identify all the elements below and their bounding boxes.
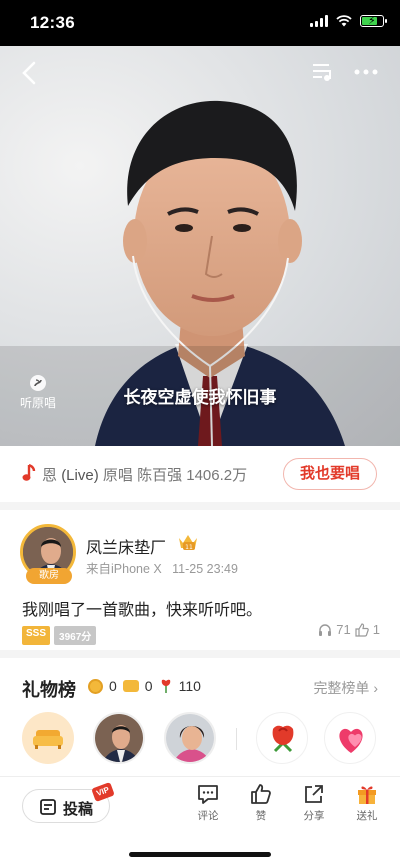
gift-separator <box>236 728 237 750</box>
status-bar: 12:36 ⚡ <box>0 0 400 46</box>
gift-board: 礼物榜 0 0 110 完整榜单 › <box>0 658 400 774</box>
engagement-stats: 71 1 <box>318 622 380 637</box>
full-list-link[interactable]: 完整榜单 › <box>313 678 378 698</box>
comment-icon <box>198 785 218 804</box>
gift-label: 送礼 <box>356 810 378 822</box>
rose-gift[interactable] <box>256 712 308 764</box>
battery-icon: ⚡ <box>360 15 387 27</box>
room-badge[interactable]: 歌房 <box>26 568 72 584</box>
level-crown-icon: 11 <box>179 535 197 551</box>
vip-badge: VIP <box>91 782 115 802</box>
post-meta: 来自iPhone X 11-25 23:49 <box>86 558 238 577</box>
headphones-icon <box>319 623 332 636</box>
like-count: 1 <box>372 622 380 637</box>
chevron-right-icon: › <box>373 680 378 696</box>
coin-icon <box>88 678 103 694</box>
live-tag: (Live) <box>61 467 99 484</box>
song-info-text[interactable]: 恩 (Live) 原唱 陈百强 1406.2万 <box>42 464 280 485</box>
heart-icon <box>339 728 363 753</box>
full-list-label: 完整榜单 <box>313 680 370 696</box>
gift-counts: 0 0 110 <box>88 678 201 694</box>
current-lyric: 长夜空虚使我怀旧事 <box>123 388 277 407</box>
rose-icon <box>272 725 294 753</box>
original-singer: 陈百强 <box>137 467 183 484</box>
play-count: 1406.2万 <box>186 467 248 484</box>
text-fade <box>250 456 285 492</box>
score-badge: 3967分 <box>54 626 97 645</box>
score-tags: SSS 3967分 <box>22 626 97 645</box>
back-arrow-icon[interactable] <box>18 60 42 86</box>
like-label: 赞 <box>255 810 267 822</box>
more-options-icon[interactable] <box>354 62 378 82</box>
source-device: 来自iPhone X <box>86 562 162 576</box>
share-icon <box>305 785 323 803</box>
music-note-icon <box>22 464 36 481</box>
bottom-action-bar: 投稿 VIP 评论 赞 分享 送礼 <box>0 776 400 865</box>
like-button[interactable]: 赞 <box>241 783 281 823</box>
status-icons: ⚡ <box>310 15 387 27</box>
level-number: 11 <box>185 544 193 551</box>
sofa-icon <box>33 730 63 749</box>
share-label: 分享 <box>303 810 325 822</box>
thumbs-up-small-icon[interactable] <box>355 622 369 637</box>
listen-count: 71 <box>336 622 351 637</box>
user-name[interactable]: 凤兰床垫厂 <box>86 534 166 558</box>
song-detail-page: 12:36 ⚡ 听原唱 长夜空虚使我怀旧事 恩 (Live) 原唱 陈百强 14… <box>0 0 400 865</box>
status-time: 12:36 <box>30 13 75 32</box>
song-title: 恩 <box>42 467 58 484</box>
playlist-icon[interactable] <box>312 62 334 82</box>
wifi-icon <box>336 15 352 27</box>
gift-box-icon <box>358 786 376 804</box>
gifter-avatar[interactable] <box>93 712 145 764</box>
ticket-count: 0 <box>144 678 153 694</box>
sing-too-button[interactable]: 我也要唱 <box>283 458 377 490</box>
submit-label: 投稿 <box>63 801 94 818</box>
performer-card: 歌房 凤兰床垫厂 11 来自iPhone X 11-25 23:49 我刚唱了一… <box>0 510 400 650</box>
ticket-icon <box>122 680 139 692</box>
coin-count: 0 <box>109 678 117 694</box>
comment-label: 评论 <box>197 810 219 822</box>
heart-gift[interactable] <box>324 712 376 764</box>
gifter-avatar[interactable] <box>164 712 216 764</box>
grade-badge: SSS <box>22 626 51 645</box>
share-button[interactable]: 分享 <box>294 783 334 823</box>
post-message: 我刚唱了一首歌曲，快来听听吧。 <box>22 602 263 619</box>
signal-icon <box>310 15 328 27</box>
thumbs-up-icon <box>251 784 271 804</box>
section-divider <box>0 502 400 510</box>
flower-icon <box>161 679 170 693</box>
home-indicator <box>129 852 271 857</box>
comment-button[interactable]: 评论 <box>188 783 228 823</box>
flower-count: 110 <box>178 678 201 694</box>
player-top-nav <box>0 54 400 94</box>
video-player[interactable]: 听原唱 长夜空虚使我怀旧事 <box>0 46 400 446</box>
gift-board-title: 礼物榜 <box>22 680 76 700</box>
original-prefix: 原唱 <box>102 467 133 484</box>
song-info-bar: 恩 (Live) 原唱 陈百强 1406.2万 我也要唱 <box>0 446 400 502</box>
section-divider <box>0 650 400 658</box>
post-datetime: 11-25 23:49 <box>172 562 238 576</box>
submit-icon <box>40 799 56 815</box>
gift-button[interactable]: 送礼 <box>347 783 387 823</box>
top-gifter-seat[interactable] <box>22 712 74 764</box>
